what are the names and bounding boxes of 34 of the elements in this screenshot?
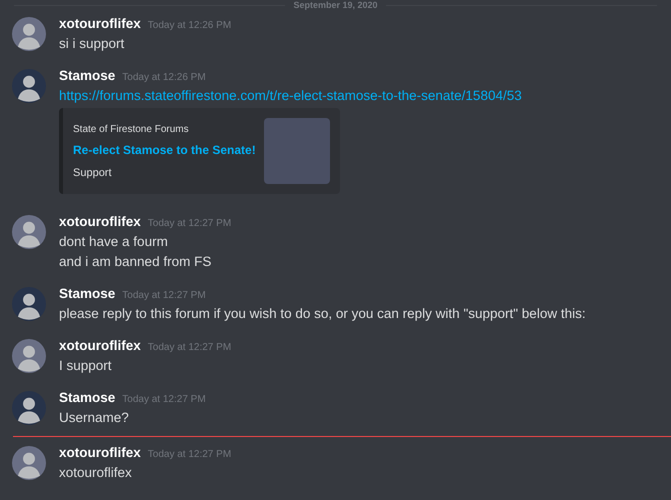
message-text: please reply to this forum if you wish to do so, or you can reply with "support" below this: — [59, 305, 586, 323]
username[interactable]: Stamose — [59, 286, 116, 301]
username[interactable]: xotouroflifex — [59, 16, 141, 31]
embed-description: Support — [73, 166, 113, 178]
avatar-icon[interactable] — [12, 69, 46, 103]
timestamp: Today at 12:27 PM — [148, 342, 232, 353]
avatar-icon[interactable] — [12, 339, 46, 373]
avatar-icon[interactable] — [12, 17, 46, 51]
message-text: I support — [59, 357, 113, 375]
timestamp: Today at 12:26 PM — [148, 20, 232, 31]
date-divider: September 19, 2020 — [292, 0, 379, 10]
avatar-icon[interactable] — [12, 215, 46, 249]
message-link[interactable]: https://forums.stateoffirestone.com/t/re-elect-stamose-to-the-senate/15804/53 — [59, 86, 522, 106]
message-text: si i support — [59, 35, 126, 53]
embed-provider: State of Firestone Forums — [73, 124, 190, 134]
timestamp: Today at 12:27 PM — [122, 394, 206, 405]
username[interactable]: xotouroflifex — [59, 338, 141, 353]
message-text: dont have a fourm — [59, 233, 169, 251]
timestamp: Today at 12:27 PM — [148, 449, 232, 460]
message-text: Username? — [59, 409, 130, 427]
embed-title-link[interactable]: Re-elect Stamose to the Senate! — [73, 142, 256, 156]
username[interactable]: xotouroflifex — [59, 214, 141, 229]
timestamp: Today at 12:27 PM — [148, 218, 232, 229]
username[interactable]: Stamose — [59, 68, 116, 83]
timestamp: Today at 12:26 PM — [122, 72, 206, 83]
message-text: and i am banned from FS — [59, 253, 212, 271]
timestamp: Today at 12:27 PM — [122, 290, 206, 301]
thumbnail-placeholder — [264, 118, 330, 184]
username[interactable]: Stamose — [59, 390, 116, 405]
message-text: xotouroflifex — [59, 464, 133, 482]
username[interactable]: xotouroflifex — [59, 445, 141, 460]
avatar-icon[interactable] — [12, 446, 46, 480]
avatar-icon[interactable] — [12, 287, 46, 321]
avatar-icon[interactable] — [12, 391, 46, 425]
